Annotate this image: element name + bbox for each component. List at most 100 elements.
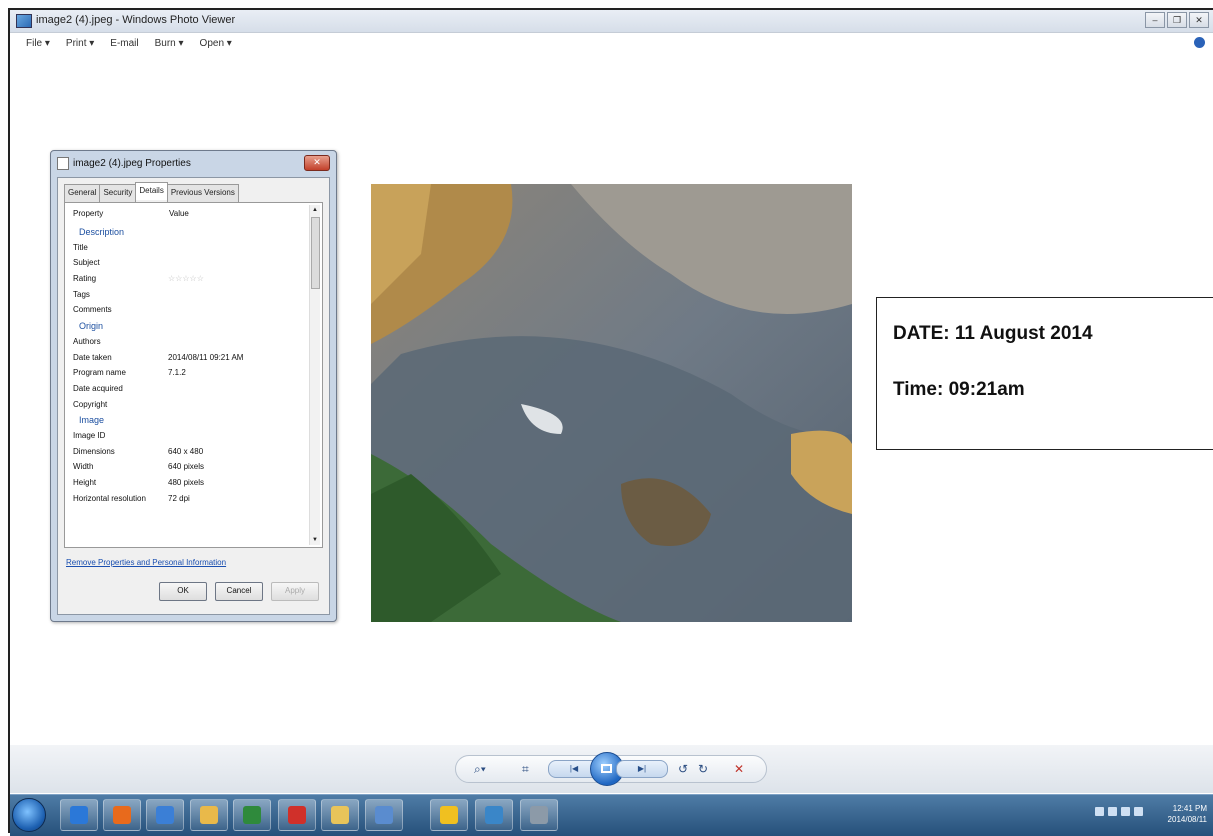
network-icon[interactable] — [1095, 807, 1104, 816]
tab-security[interactable]: Security — [99, 184, 137, 202]
app-icon — [200, 806, 218, 824]
photo-viewer-icon — [16, 14, 32, 28]
dialog-body: General Security Details Previous Versio… — [57, 177, 330, 615]
minimize-button[interactable]: – — [1145, 12, 1165, 28]
dialog-title: image2 (4).jpeg Properties — [73, 158, 191, 170]
title-bar[interactable]: image2 (4).jpeg - Windows Photo Viewer –… — [10, 10, 1213, 33]
power-icon[interactable] — [1121, 807, 1130, 816]
taskbar-app-button[interactable] — [103, 799, 141, 831]
app-icon — [440, 806, 458, 824]
dialog-title-bar[interactable]: image2 (4).jpeg Properties — [57, 157, 330, 175]
scroll-up-icon[interactable]: ▲ — [312, 207, 318, 213]
tab-details[interactable]: Details — [135, 182, 168, 200]
close-button[interactable]: ✕ — [1189, 12, 1209, 28]
property-column-header[interactable]: Property — [73, 209, 103, 218]
property-label: Authors — [73, 336, 101, 346]
scrollbar-thumb[interactable] — [311, 217, 320, 289]
menu-file[interactable]: File ▾ — [26, 38, 50, 49]
maximize-button[interactable]: ❐ — [1167, 12, 1187, 28]
property-row[interactable]: Image ID — [73, 431, 306, 447]
property-value: 7.1.2 — [168, 368, 186, 378]
property-label: Width — [73, 462, 94, 472]
system-tray-icons — [1095, 807, 1143, 816]
rotate-clockwise-icon[interactable]: ↻ — [698, 762, 708, 776]
app-icon — [485, 806, 503, 824]
next-button[interactable]: ▶| — [616, 760, 668, 778]
taskbar-app-button[interactable] — [60, 799, 98, 831]
property-row[interactable]: Width 640 pixels — [73, 462, 306, 478]
annotation-date: DATE: 11 August 2014 — [893, 323, 1093, 344]
property-row[interactable]: Comments — [73, 305, 306, 321]
menu-print[interactable]: Print ▾ — [66, 38, 94, 49]
property-row[interactable]: Subject — [73, 258, 306, 274]
clock-time: 12:41 PM — [1172, 804, 1207, 813]
app-icon — [113, 806, 131, 824]
property-value: 72 dpi — [168, 493, 190, 503]
actual-size-icon[interactable]: ⌗ — [522, 762, 529, 777]
system-clock[interactable]: 12:41 PM 2014/08/11 — [1168, 803, 1207, 825]
menu-email[interactable]: E-mail — [110, 38, 138, 49]
taskbar-app-button[interactable] — [190, 799, 228, 831]
taskbar-app-button[interactable] — [475, 799, 513, 831]
remove-properties-link[interactable]: Remove Properties and Personal Informati… — [66, 558, 226, 567]
taskbar-app-button[interactable] — [430, 799, 468, 831]
property-row[interactable]: Date acquired — [73, 384, 306, 400]
start-button[interactable] — [12, 798, 46, 832]
taskbar-app-button[interactable] — [520, 799, 558, 831]
taskbar-app-button[interactable] — [365, 799, 403, 831]
app-icon — [375, 806, 393, 824]
property-value: 480 pixels — [168, 478, 205, 487]
dialog-tabs: General Security Details Previous Versio… — [64, 182, 239, 202]
value-column-header[interactable]: Value — [169, 209, 189, 218]
taskbar-app-button[interactable] — [146, 799, 184, 831]
property-label: Dimensions — [73, 446, 115, 456]
property-row[interactable]: Horizontal resolution 72 dpi — [73, 494, 306, 510]
taskbar-app-button[interactable] — [233, 799, 271, 831]
zoom-icon[interactable]: ⌕▾ — [474, 762, 486, 777]
property-row[interactable]: Tags — [73, 290, 306, 306]
volume-icon[interactable] — [1134, 807, 1143, 816]
property-row[interactable]: Dimensions 640 x 480 — [73, 447, 306, 463]
tab-previous-versions[interactable]: Previous Versions — [166, 184, 239, 202]
apply-button[interactable]: Apply — [271, 582, 319, 601]
property-group-header[interactable]: Origin — [73, 321, 306, 337]
flag-icon[interactable] — [1108, 807, 1117, 816]
property-label: Horizontal resolution — [73, 493, 146, 503]
property-row[interactable]: Title — [73, 243, 306, 259]
taskbar-app-button[interactable] — [321, 799, 359, 831]
rotate-counterclockwise-icon[interactable]: ↺ — [678, 762, 688, 776]
dialog-close-button[interactable]: ✕ — [304, 155, 330, 171]
ok-button[interactable]: OK — [159, 582, 207, 601]
property-row[interactable]: Copyright — [73, 400, 306, 416]
properties-scrollbar[interactable]: ▲ ▼ — [309, 205, 320, 545]
scroll-down-icon[interactable]: ▼ — [312, 537, 318, 543]
property-group-header[interactable]: Image — [73, 415, 306, 431]
menu-open[interactable]: Open ▾ — [200, 38, 232, 49]
cancel-button[interactable]: Cancel — [215, 582, 263, 601]
property-list: Description Title Subject Rating ☆☆☆☆☆ Tags Co… — [73, 227, 306, 509]
property-row[interactable]: Height 480 pixels — [73, 478, 306, 494]
property-value: 640 pixels — [168, 462, 205, 472]
property-label: Title — [73, 242, 88, 252]
app-icon — [530, 806, 548, 824]
tab-general[interactable]: General — [64, 184, 101, 202]
property-label: Program name — [73, 368, 126, 378]
property-label: Height — [73, 478, 97, 487]
help-icon[interactable] — [1194, 37, 1205, 48]
property-row[interactable]: Date taken 2014/08/11 09:21 AM — [73, 353, 306, 369]
taskbar-app-button[interactable] — [278, 799, 316, 831]
window-controls: – ❐ ✕ — [1145, 12, 1209, 28]
property-row[interactable]: Program name 7.1.2 — [73, 368, 306, 384]
property-row[interactable]: Authors — [73, 337, 306, 353]
app-icon — [331, 806, 349, 824]
property-value: 640 x 480 — [168, 446, 204, 456]
property-row[interactable]: Rating ☆☆☆☆☆ — [73, 274, 306, 290]
viewer-controls: ⌕▾ ⌗ |◀ ▶| ↺ ↻ ✕ — [455, 752, 767, 786]
app-icon — [288, 806, 306, 824]
slideshow-icon — [601, 764, 612, 773]
property-group-header[interactable]: Description — [73, 227, 306, 243]
property-label: Description — [79, 227, 125, 237]
delete-icon[interactable]: ✕ — [734, 762, 744, 776]
property-label: Copyright — [73, 399, 108, 409]
menu-burn[interactable]: Burn ▾ — [155, 38, 184, 49]
